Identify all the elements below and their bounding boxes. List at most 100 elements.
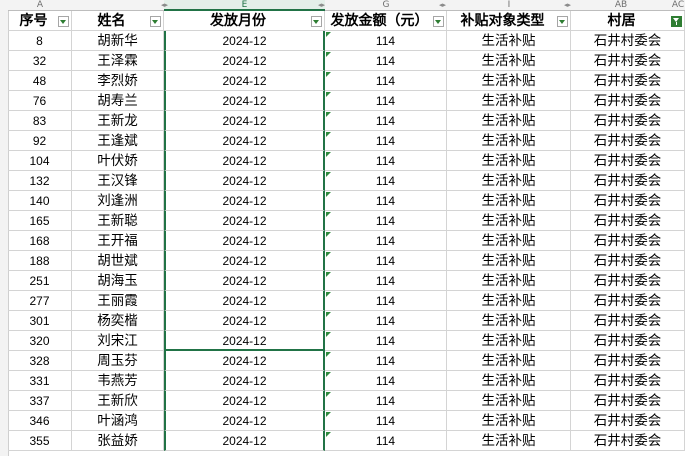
cell-month[interactable]: 2024-12: [164, 111, 325, 131]
column-header-a[interactable]: A: [8, 0, 73, 11]
cell-month[interactable]: 2024-12: [164, 51, 325, 71]
cell-type[interactable]: 生活补贴: [447, 111, 571, 131]
cell-seq[interactable]: 331: [8, 371, 72, 391]
cell-seq[interactable]: 32: [8, 51, 72, 71]
cell-amount[interactable]: 114: [325, 371, 447, 391]
cell-seq[interactable]: 188: [8, 251, 72, 271]
cell-seq[interactable]: 301: [8, 311, 72, 331]
cell-type[interactable]: 生活补贴: [447, 431, 571, 451]
cell-month[interactable]: 2024-12: [164, 151, 325, 171]
cell-amount[interactable]: 114: [325, 251, 447, 271]
cell-village[interactable]: 石井村委会: [571, 331, 685, 351]
cell-village[interactable]: 石井村委会: [571, 211, 685, 231]
filter-dropdown-icon[interactable]: [311, 16, 322, 27]
cell-seq[interactable]: 165: [8, 211, 72, 231]
cell-month[interactable]: 2024-12: [164, 331, 325, 351]
header-type[interactable]: 补贴对象类型: [447, 11, 571, 31]
cell-type[interactable]: 生活补贴: [447, 351, 571, 371]
cell-village[interactable]: 石井村委会: [571, 51, 685, 71]
column-header-hidden[interactable]: [72, 0, 165, 11]
cell-seq[interactable]: 320: [8, 331, 72, 351]
cell-village[interactable]: 石井村委会: [571, 311, 685, 331]
cell-name[interactable]: 王逢斌: [72, 131, 164, 151]
cell-name[interactable]: 刘逢洲: [72, 191, 164, 211]
cell-name[interactable]: 王汉锋: [72, 171, 164, 191]
cell-type[interactable]: 生活补贴: [447, 51, 571, 71]
hidden-columns-grip[interactable]: ◂▸: [564, 2, 571, 9]
cell-amount[interactable]: 114: [325, 311, 447, 331]
cell-amount[interactable]: 114: [325, 391, 447, 411]
hidden-columns-grip[interactable]: ◂▸: [439, 2, 446, 9]
cell-seq[interactable]: 337: [8, 391, 72, 411]
filter-dropdown-icon[interactable]: [58, 16, 69, 27]
cell-amount[interactable]: 114: [325, 231, 447, 251]
cell-type[interactable]: 生活补贴: [447, 191, 571, 211]
cell-village[interactable]: 石井村委会: [571, 131, 685, 151]
cell-amount[interactable]: 114: [325, 171, 447, 191]
cell-village[interactable]: 石井村委会: [571, 91, 685, 111]
cell-type[interactable]: 生活补贴: [447, 31, 571, 51]
cell-name[interactable]: 刘宋江: [72, 331, 164, 351]
header-village[interactable]: 村居: [571, 11, 685, 31]
cell-name[interactable]: 叶伏娇: [72, 151, 164, 171]
cell-name[interactable]: 胡世斌: [72, 251, 164, 271]
cell-amount[interactable]: 114: [325, 51, 447, 71]
cell-type[interactable]: 生活补贴: [447, 371, 571, 391]
cell-name[interactable]: 王新聪: [72, 211, 164, 231]
cell-village[interactable]: 石井村委会: [571, 291, 685, 311]
cell-month[interactable]: 2024-12: [164, 71, 325, 91]
spreadsheet-grid[interactable]: A E G I AB AC ◂▸ ◂▸ ◂▸ ◂▸ 序号 姓名 发放月份 发放金额（元） 补贴对象类型 村居 8…: [0, 0, 685, 456]
cell-amount[interactable]: 114: [325, 351, 447, 371]
cell-month[interactable]: 2024-12: [164, 311, 325, 331]
column-header-i[interactable]: I: [447, 0, 572, 11]
header-amount[interactable]: 发放金额（元）: [325, 11, 447, 31]
cell-amount[interactable]: 114: [325, 71, 447, 91]
cell-name[interactable]: 王新欣: [72, 391, 164, 411]
cell-seq[interactable]: 346: [8, 411, 72, 431]
cell-name[interactable]: 胡海玉: [72, 271, 164, 291]
cell-month[interactable]: 2024-12: [164, 371, 325, 391]
cell-amount[interactable]: 114: [325, 191, 447, 211]
cell-type[interactable]: 生活补贴: [447, 151, 571, 171]
cell-type[interactable]: 生活补贴: [447, 231, 571, 251]
cell-month[interactable]: 2024-12: [164, 131, 325, 151]
cell-name[interactable]: 李烈娇: [72, 71, 164, 91]
cell-month[interactable]: 2024-12: [164, 431, 325, 451]
cell-seq[interactable]: 83: [8, 111, 72, 131]
cell-name[interactable]: 张益娇: [72, 431, 164, 451]
cell-village[interactable]: 石井村委会: [571, 191, 685, 211]
cell-month[interactable]: 2024-12: [164, 351, 325, 371]
cell-seq[interactable]: 277: [8, 291, 72, 311]
cell-month[interactable]: 2024-12: [164, 171, 325, 191]
cell-amount[interactable]: 114: [325, 91, 447, 111]
cell-name[interactable]: 韦燕芳: [72, 371, 164, 391]
cell-month[interactable]: 2024-12: [164, 91, 325, 111]
cell-village[interactable]: 石井村委会: [571, 151, 685, 171]
cell-month[interactable]: 2024-12: [164, 231, 325, 251]
cell-name[interactable]: 王丽霞: [72, 291, 164, 311]
cell-type[interactable]: 生活补贴: [447, 71, 571, 91]
filter-dropdown-icon[interactable]: [557, 16, 568, 27]
cell-type[interactable]: 生活补贴: [447, 211, 571, 231]
cell-name[interactable]: 杨奕楷: [72, 311, 164, 331]
cell-seq[interactable]: 132: [8, 171, 72, 191]
cell-month[interactable]: 2024-12: [164, 411, 325, 431]
cell-amount[interactable]: 114: [325, 151, 447, 171]
cell-amount[interactable]: 114: [325, 411, 447, 431]
cell-month[interactable]: 2024-12: [164, 291, 325, 311]
cell-village[interactable]: 石井村委会: [571, 391, 685, 411]
cell-village[interactable]: 石井村委会: [571, 251, 685, 271]
cell-name[interactable]: 王新龙: [72, 111, 164, 131]
cell-village[interactable]: 石井村委会: [571, 371, 685, 391]
cell-name[interactable]: 胡新华: [72, 31, 164, 51]
cell-type[interactable]: 生活补贴: [447, 411, 571, 431]
cell-name[interactable]: 胡寿兰: [72, 91, 164, 111]
cell-type[interactable]: 生活补贴: [447, 131, 571, 151]
cell-seq[interactable]: 140: [8, 191, 72, 211]
cell-amount[interactable]: 114: [325, 271, 447, 291]
cell-seq[interactable]: 328: [8, 351, 72, 371]
cell-seq[interactable]: 251: [8, 271, 72, 291]
cell-seq[interactable]: 76: [8, 91, 72, 111]
cell-village[interactable]: 石井村委会: [571, 351, 685, 371]
cell-month[interactable]: 2024-12: [164, 31, 325, 51]
